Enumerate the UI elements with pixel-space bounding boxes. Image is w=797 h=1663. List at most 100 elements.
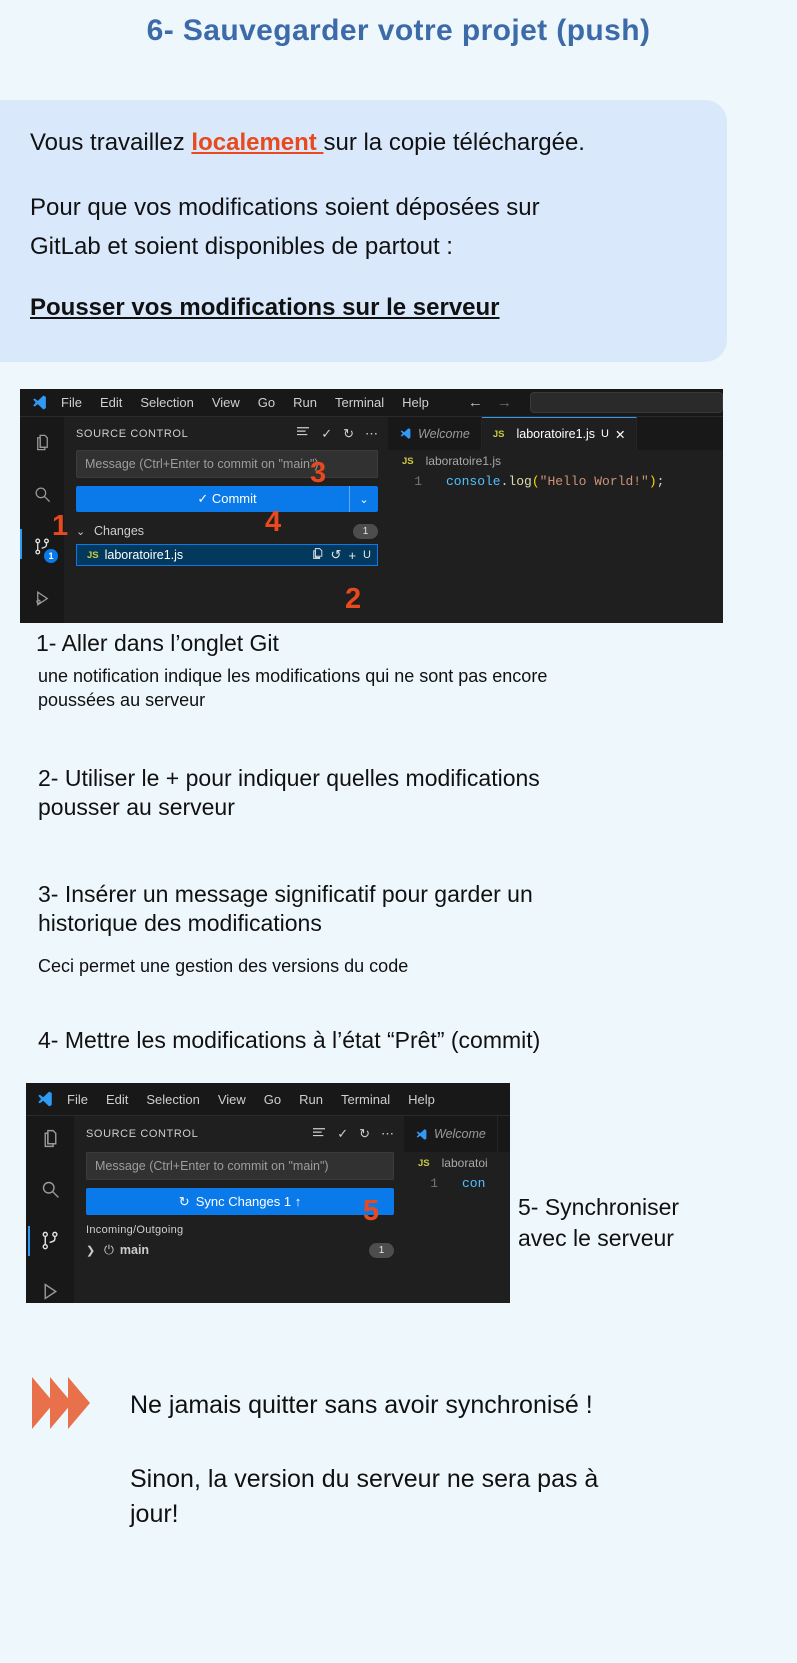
- page-title: 6- Sauvegarder votre projet (push): [146, 14, 651, 47]
- line-number: 1: [414, 474, 422, 489]
- command-search-input[interactable]: [529, 392, 723, 413]
- tab-laboratoire1-js[interactable]: JS laboratoire1.js U ✕: [481, 417, 638, 450]
- discard-changes-icon[interactable]: ↺: [331, 547, 342, 563]
- refresh-icon[interactable]: ↻: [359, 1126, 370, 1142]
- menu-item-terminal[interactable]: Terminal: [326, 395, 393, 410]
- stage-changes-plus-icon[interactable]: +: [348, 548, 356, 563]
- code-token-object: console: [446, 474, 501, 489]
- run-debug-icon[interactable]: [27, 583, 57, 613]
- sync-changes-button[interactable]: ↻ Sync Changes 1 ↑: [86, 1188, 394, 1215]
- intro-text-before: Vous travaillez: [30, 129, 192, 156]
- commit-button[interactable]: ✓ Commit ⌄: [76, 486, 378, 512]
- source-control-panel-2: SOURCE CONTROL ✓ ↻ ⋯ Message (Ctrl+Enter…: [74, 1116, 404, 1303]
- view-as-list-icon[interactable]: [312, 1127, 326, 1142]
- callout-number-4: 4: [265, 506, 282, 538]
- menu-item-selection[interactable]: Selection: [131, 395, 202, 410]
- menu-item-file[interactable]: File: [58, 1092, 97, 1107]
- vscode-screenshot-2: File Edit Selection View Go Run Terminal…: [26, 1083, 510, 1303]
- menu-item-run[interactable]: Run: [284, 395, 326, 410]
- incoming-outgoing-label: Incoming/Outgoing: [86, 1224, 184, 1236]
- menu-item-file[interactable]: File: [52, 395, 91, 410]
- back-arrow-icon[interactable]: ←: [468, 394, 483, 411]
- open-file-icon[interactable]: [311, 547, 324, 563]
- menu-item-run[interactable]: Run: [290, 1092, 332, 1107]
- commit-message-input-2[interactable]: Message (Ctrl+Enter to commit on "main"): [86, 1152, 394, 1180]
- breadcrumb: JS laboratoire1.js: [388, 450, 723, 472]
- close-icon[interactable]: ✕: [615, 427, 625, 442]
- code-token-open-paren: (: [531, 474, 540, 489]
- file-status-untracked: U: [363, 549, 371, 561]
- menu-item-help[interactable]: Help: [399, 1092, 444, 1107]
- code-token-string: "Hello World!": [539, 474, 649, 489]
- step-3-title: 3- Insérer un message significatif pour …: [38, 881, 533, 937]
- intro-card: Vous travaillez localement sur la copie …: [0, 100, 727, 362]
- commit-message-input[interactable]: Message (Ctrl+Enter to commit on "main"): [76, 450, 378, 478]
- source-control-panel: SOURCE CONTROL ✓ ↻ ⋯ Message (Ctrl+Enter…: [64, 417, 388, 623]
- step-1-title: 1- Aller dans l’onglet Git: [36, 630, 279, 656]
- code-line-2: 1 con: [404, 1176, 510, 1191]
- menu-item-edit[interactable]: Edit: [91, 395, 131, 410]
- js-file-icon: JS: [492, 428, 505, 440]
- intro-line-1: Vous travaillez localement sur la copie …: [30, 126, 697, 161]
- vscode-logo-icon: [26, 394, 52, 411]
- changes-label: Changes: [94, 524, 145, 538]
- intro-heading: Pousser vos modifications sur le serveur: [30, 294, 500, 322]
- editor-tabs-2: Welcome: [404, 1116, 510, 1152]
- search-icon[interactable]: [35, 1177, 65, 1202]
- code-line-1: 1 console.log("Hello World!");: [388, 474, 723, 489]
- activity-bar-2: [26, 1116, 74, 1303]
- intro-text-after: sur la copie téléchargée.: [323, 129, 585, 156]
- vscode-logo-icon: [32, 1090, 58, 1108]
- source-control-badge: 1: [44, 549, 58, 563]
- explorer-icon[interactable]: [35, 1126, 65, 1151]
- changes-section-header[interactable]: ⌄ Changes 1: [76, 519, 378, 543]
- branch-icon: ⏻: [104, 1242, 114, 1257]
- more-actions-icon[interactable]: ⋯: [365, 426, 378, 442]
- commit-check-icon[interactable]: ✓: [321, 426, 332, 442]
- editor-tabs-1: Welcome JS laboratoire1.js U ✕: [388, 417, 723, 450]
- source-control-title: SOURCE CONTROL: [86, 1128, 199, 1140]
- branch-row[interactable]: ❯ ⏻ main 1: [86, 1238, 394, 1262]
- source-control-header: SOURCE CONTROL ✓ ↻ ⋯: [76, 417, 378, 450]
- menu-item-edit[interactable]: Edit: [97, 1092, 137, 1107]
- forward-arrow-icon[interactable]: →: [497, 394, 512, 411]
- source-control-header-2: SOURCE CONTROL ✓ ↻ ⋯: [86, 1116, 394, 1152]
- menu-item-selection[interactable]: Selection: [137, 1092, 208, 1107]
- line-number: 1: [430, 1176, 438, 1191]
- code-token-func: log: [508, 474, 532, 489]
- commit-dropdown-chevron-icon[interactable]: ⌄: [349, 486, 378, 512]
- chevron-arrows-group: [32, 1377, 90, 1429]
- warning-body: Sinon, la version du serveur ne sera pas…: [130, 1465, 599, 1528]
- more-actions-icon[interactable]: ⋯: [381, 1126, 394, 1142]
- vscode2-body: SOURCE CONTROL ✓ ↻ ⋯ Message (Ctrl+Enter…: [26, 1116, 510, 1303]
- explorer-icon[interactable]: [27, 427, 57, 457]
- callout-number-3: 3: [310, 457, 327, 489]
- menu-item-terminal[interactable]: Terminal: [332, 1092, 399, 1107]
- step-2-title: 2- Utiliser le + pour indiquer quelles m…: [38, 765, 540, 821]
- search-icon[interactable]: [27, 479, 57, 509]
- js-file-icon: JS: [87, 549, 99, 561]
- chevron-right-icon: ❯: [86, 1244, 96, 1257]
- menu-item-view[interactable]: View: [209, 1092, 255, 1107]
- code-token-semicolon: ;: [656, 474, 665, 489]
- breadcrumb-label: laboratoi: [441, 1156, 488, 1170]
- tab-welcome[interactable]: Welcome: [388, 417, 482, 450]
- view-as-list-icon[interactable]: [296, 426, 310, 441]
- source-control-icon[interactable]: [28, 1226, 65, 1256]
- menu-item-view[interactable]: View: [203, 395, 249, 410]
- callout-number-2: 2: [345, 583, 362, 615]
- changed-file-row[interactable]: JS laboratoire1.js ↺ + U: [76, 544, 378, 566]
- source-control-title: SOURCE CONTROL: [76, 427, 189, 440]
- commit-check-icon[interactable]: ✓: [337, 1126, 348, 1142]
- code-snippet: con: [462, 1176, 486, 1191]
- chevron-right-icon-3: [68, 1377, 90, 1429]
- menu-item-go[interactable]: Go: [249, 395, 284, 410]
- vscode1-menubar: File Edit Selection View Go Run Terminal…: [20, 389, 723, 417]
- menu-item-help[interactable]: Help: [393, 395, 438, 410]
- run-debug-icon[interactable]: [35, 1279, 65, 1303]
- tab-welcome-2[interactable]: Welcome: [404, 1116, 498, 1152]
- breadcrumb-2: JS laboratoi: [404, 1152, 510, 1174]
- menu-item-go[interactable]: Go: [255, 1092, 290, 1107]
- tab-welcome-label: Welcome: [434, 1127, 486, 1141]
- refresh-icon[interactable]: ↻: [343, 426, 354, 442]
